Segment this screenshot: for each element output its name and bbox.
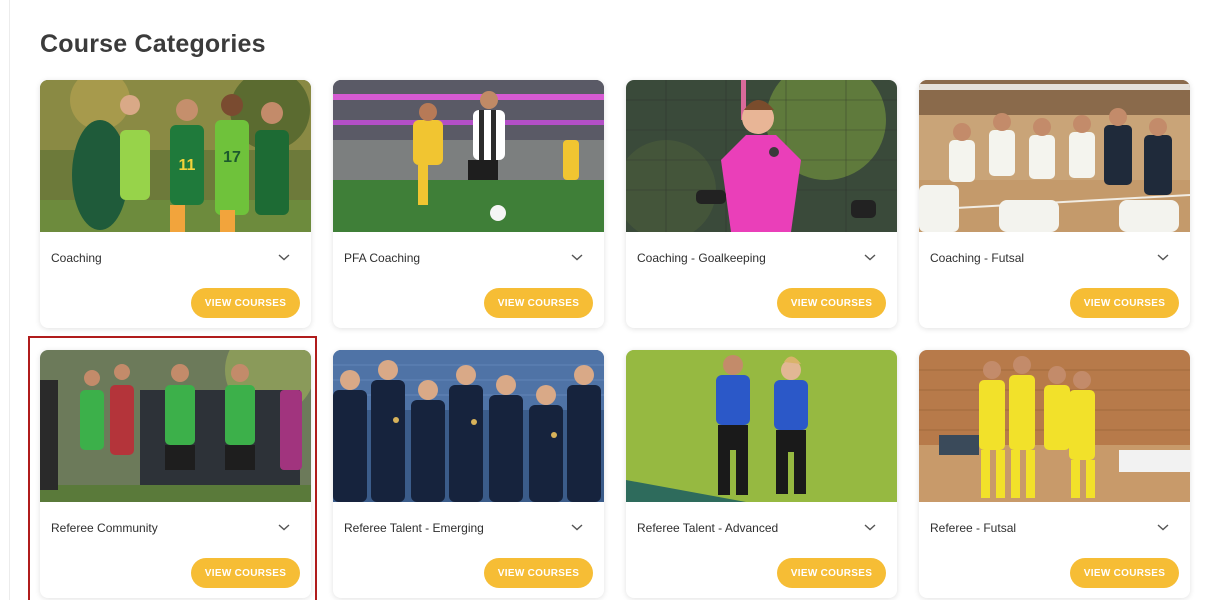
category-title: Referee Talent - Advanced: [637, 521, 779, 535]
category-title: Referee - Futsal: [930, 521, 1017, 535]
category-card-referee-talent-advanced[interactable]: Referee Talent - Advanced VIEW COURSES: [626, 350, 897, 598]
chevron-down-icon[interactable]: [570, 522, 584, 532]
category-image[interactable]: [40, 350, 311, 502]
svg-text:11: 11: [179, 157, 196, 174]
view-courses-button[interactable]: VIEW COURSES: [191, 558, 300, 588]
left-divider: [9, 0, 10, 600]
view-courses-button[interactable]: VIEW COURSES: [777, 288, 886, 318]
category-card-coaching[interactable]: 11 17 Coaching VIEW COURSES: [40, 80, 311, 328]
chevron-down-icon[interactable]: [1156, 252, 1170, 262]
view-courses-button[interactable]: VIEW COURSES: [484, 558, 593, 588]
category-image[interactable]: 11 17: [40, 80, 311, 232]
category-image[interactable]: [626, 350, 897, 502]
category-card-coaching-futsal[interactable]: Coaching - Futsal VIEW COURSES: [919, 80, 1190, 328]
category-title: Referee Community: [51, 521, 158, 535]
page-title: Course Categories: [40, 30, 266, 58]
category-title: Coaching - Goalkeeping: [637, 251, 766, 265]
chevron-down-icon[interactable]: [277, 252, 291, 262]
category-title: Coaching: [51, 251, 102, 265]
chevron-down-icon[interactable]: [277, 522, 291, 532]
category-title: Coaching - Futsal: [930, 251, 1025, 265]
view-courses-button[interactable]: VIEW COURSES: [777, 558, 886, 588]
view-courses-button[interactable]: VIEW COURSES: [1070, 288, 1179, 318]
category-title: Referee Talent - Emerging: [344, 521, 484, 535]
category-image[interactable]: [626, 80, 897, 232]
category-image[interactable]: [919, 80, 1190, 232]
category-card-pfa-coaching[interactable]: PFA Coaching VIEW COURSES: [333, 80, 604, 328]
course-categories-page: Course Categories 11 17 Coaching VIEW CO…: [0, 0, 1205, 600]
chevron-down-icon[interactable]: [863, 522, 877, 532]
view-courses-button[interactable]: VIEW COURSES: [191, 288, 300, 318]
category-card-referee-futsal[interactable]: Referee - Futsal VIEW COURSES: [919, 350, 1190, 598]
category-card-coaching-goalkeeping[interactable]: Coaching - Goalkeeping VIEW COURSES: [626, 80, 897, 328]
category-card-referee-talent-emerging[interactable]: Referee Talent - Emerging VIEW COURSES: [333, 350, 604, 598]
category-image[interactable]: [919, 350, 1190, 502]
category-image[interactable]: [333, 80, 604, 232]
chevron-down-icon[interactable]: [570, 252, 584, 262]
svg-text:17: 17: [223, 149, 241, 166]
view-courses-button[interactable]: VIEW COURSES: [484, 288, 593, 318]
category-image[interactable]: [333, 350, 604, 502]
view-courses-button[interactable]: VIEW COURSES: [1070, 558, 1179, 588]
category-title: PFA Coaching: [344, 251, 421, 265]
chevron-down-icon[interactable]: [1156, 522, 1170, 532]
category-card-referee-community[interactable]: Referee Community VIEW COURSES: [40, 350, 311, 598]
chevron-down-icon[interactable]: [863, 252, 877, 262]
